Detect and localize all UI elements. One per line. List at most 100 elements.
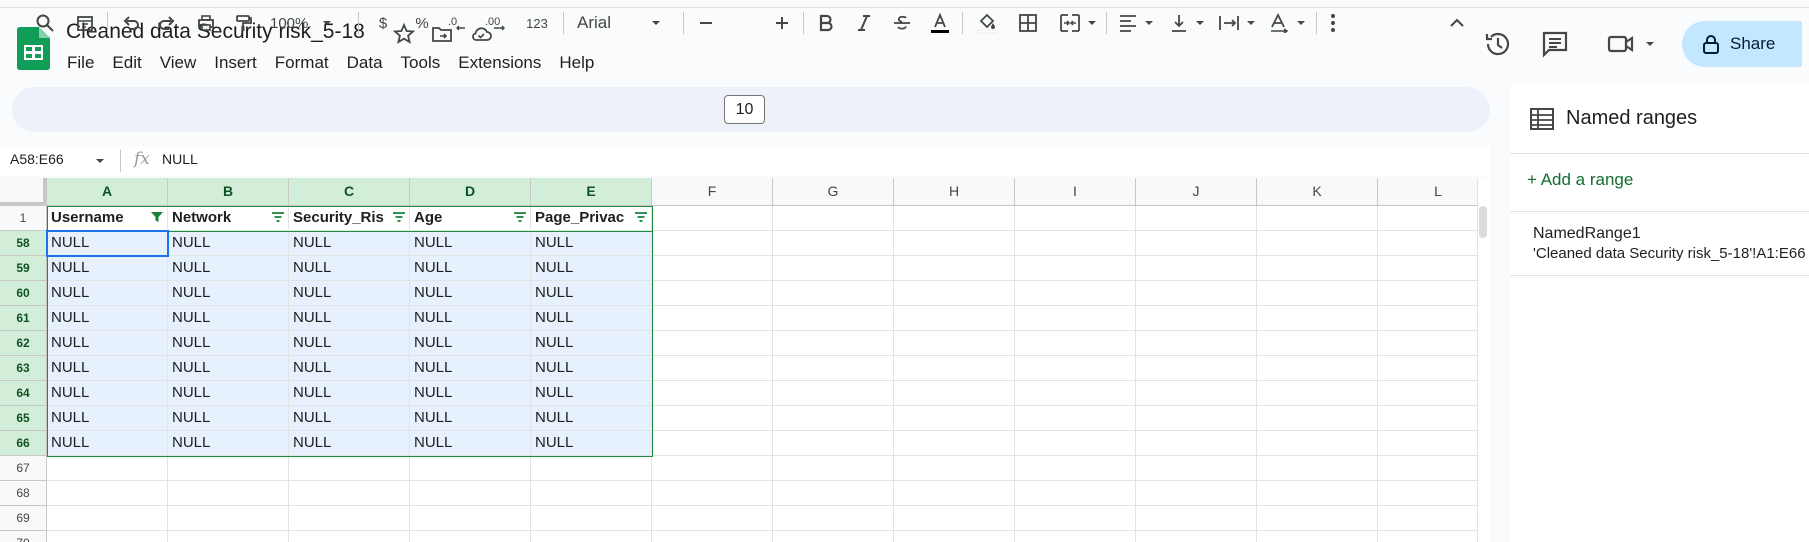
cell[interactable]	[47, 481, 168, 506]
cell[interactable]	[410, 481, 531, 506]
cell[interactable]	[289, 481, 410, 506]
cell[interactable]: NULL	[47, 231, 168, 256]
cell[interactable]	[894, 331, 1015, 356]
row-header[interactable]: 1	[0, 206, 47, 231]
cell[interactable]	[1136, 531, 1257, 542]
cell[interactable]	[1136, 331, 1257, 356]
cell[interactable]	[652, 506, 773, 531]
cell[interactable]	[1257, 406, 1378, 431]
cell[interactable]	[773, 256, 894, 281]
cell[interactable]	[652, 306, 773, 331]
cell[interactable]	[773, 206, 894, 231]
more-formats-button[interactable]: 123	[522, 8, 552, 38]
header-cell[interactable]: Security_Ris	[289, 206, 410, 231]
cell[interactable]	[652, 406, 773, 431]
cell[interactable]: NULL	[289, 431, 410, 456]
cell[interactable]	[1257, 206, 1378, 231]
cell[interactable]	[773, 306, 894, 331]
named-range-name[interactable]: NamedRange1	[1533, 225, 1641, 243]
cell[interactable]: NULL	[531, 231, 652, 256]
font-size-input[interactable]: 10	[724, 95, 765, 124]
cell[interactable]	[652, 431, 773, 456]
cell[interactable]	[773, 356, 894, 381]
cell[interactable]: NULL	[531, 406, 652, 431]
header-cell[interactable]: Page_Privac	[531, 206, 652, 231]
cell[interactable]: NULL	[168, 306, 289, 331]
print-button[interactable]	[193, 8, 219, 38]
header-cell[interactable]: Network	[168, 206, 289, 231]
cell[interactable]	[1136, 406, 1257, 431]
column-header[interactable]: D	[410, 178, 531, 206]
row-header[interactable]: 59	[0, 256, 47, 281]
row-header[interactable]: 63	[0, 356, 47, 381]
cell[interactable]	[47, 456, 168, 481]
cell[interactable]: NULL	[289, 331, 410, 356]
decrease-decimal-button[interactable]: .0	[445, 8, 473, 38]
cell[interactable]	[1015, 331, 1136, 356]
cell[interactable]	[894, 406, 1015, 431]
cell[interactable]	[1015, 431, 1136, 456]
cell[interactable]: NULL	[531, 306, 652, 331]
column-header[interactable]: K	[1257, 178, 1378, 206]
cell[interactable]: NULL	[47, 356, 168, 381]
cell[interactable]	[894, 356, 1015, 381]
row-header[interactable]: 66	[0, 431, 47, 456]
vertical-scrollbar-thumb[interactable]	[1479, 206, 1487, 238]
cell[interactable]: NULL	[168, 356, 289, 381]
cell[interactable]	[1378, 306, 1477, 331]
cell[interactable]	[168, 506, 289, 531]
cell[interactable]	[410, 506, 531, 531]
hide-menus-button[interactable]	[1444, 8, 1470, 38]
cell[interactable]	[1136, 206, 1257, 231]
cell[interactable]	[168, 531, 289, 542]
increase-font-size-button[interactable]	[770, 8, 794, 38]
cell[interactable]	[168, 481, 289, 506]
chevron-down-icon[interactable]	[95, 157, 105, 165]
cell[interactable]	[652, 331, 773, 356]
cell[interactable]	[1257, 231, 1378, 256]
text-rotation-button[interactable]	[1265, 8, 1309, 38]
cell[interactable]	[1136, 281, 1257, 306]
cell[interactable]: NULL	[47, 256, 168, 281]
version-history-icon[interactable]	[1482, 28, 1514, 60]
search-menus-button[interactable]	[32, 8, 58, 38]
menu-view[interactable]: View	[151, 51, 206, 75]
share-button[interactable]: Share	[1682, 21, 1802, 67]
column-header[interactable]: G	[773, 178, 894, 206]
cell[interactable]	[652, 256, 773, 281]
undo-button[interactable]	[118, 8, 144, 38]
italic-button[interactable]	[851, 8, 877, 38]
column-header[interactable]: I	[1015, 178, 1136, 206]
cell[interactable]	[1378, 356, 1477, 381]
filter-active-icon[interactable]	[150, 211, 164, 223]
cell[interactable]	[652, 281, 773, 306]
column-header[interactable]: C	[289, 178, 410, 206]
row-header[interactable]: 67	[0, 456, 47, 481]
cell[interactable]	[894, 506, 1015, 531]
cell[interactable]	[531, 456, 652, 481]
cell[interactable]: NULL	[410, 356, 531, 381]
filter-icon[interactable]	[634, 211, 648, 223]
add-range-button[interactable]: + Add a range	[1527, 170, 1633, 190]
row-header[interactable]: 62	[0, 331, 47, 356]
cell[interactable]	[773, 456, 894, 481]
row-header[interactable]: 58	[0, 231, 47, 256]
column-header[interactable]: B	[168, 178, 289, 206]
cell[interactable]	[1257, 356, 1378, 381]
menu-file[interactable]: File	[58, 51, 103, 75]
cell[interactable]	[652, 206, 773, 231]
cell[interactable]: NULL	[289, 231, 410, 256]
cell[interactable]	[773, 531, 894, 542]
cell[interactable]	[1136, 306, 1257, 331]
cell[interactable]: NULL	[531, 281, 652, 306]
cell[interactable]: NULL	[410, 306, 531, 331]
cell[interactable]	[1015, 231, 1136, 256]
cell[interactable]	[894, 481, 1015, 506]
cell[interactable]	[1378, 531, 1477, 542]
formula-input[interactable]: NULL	[162, 151, 198, 167]
cell[interactable]	[1378, 506, 1477, 531]
cell[interactable]: NULL	[168, 431, 289, 456]
bold-button[interactable]	[813, 8, 839, 38]
cell[interactable]	[1136, 431, 1257, 456]
cell[interactable]: NULL	[289, 281, 410, 306]
